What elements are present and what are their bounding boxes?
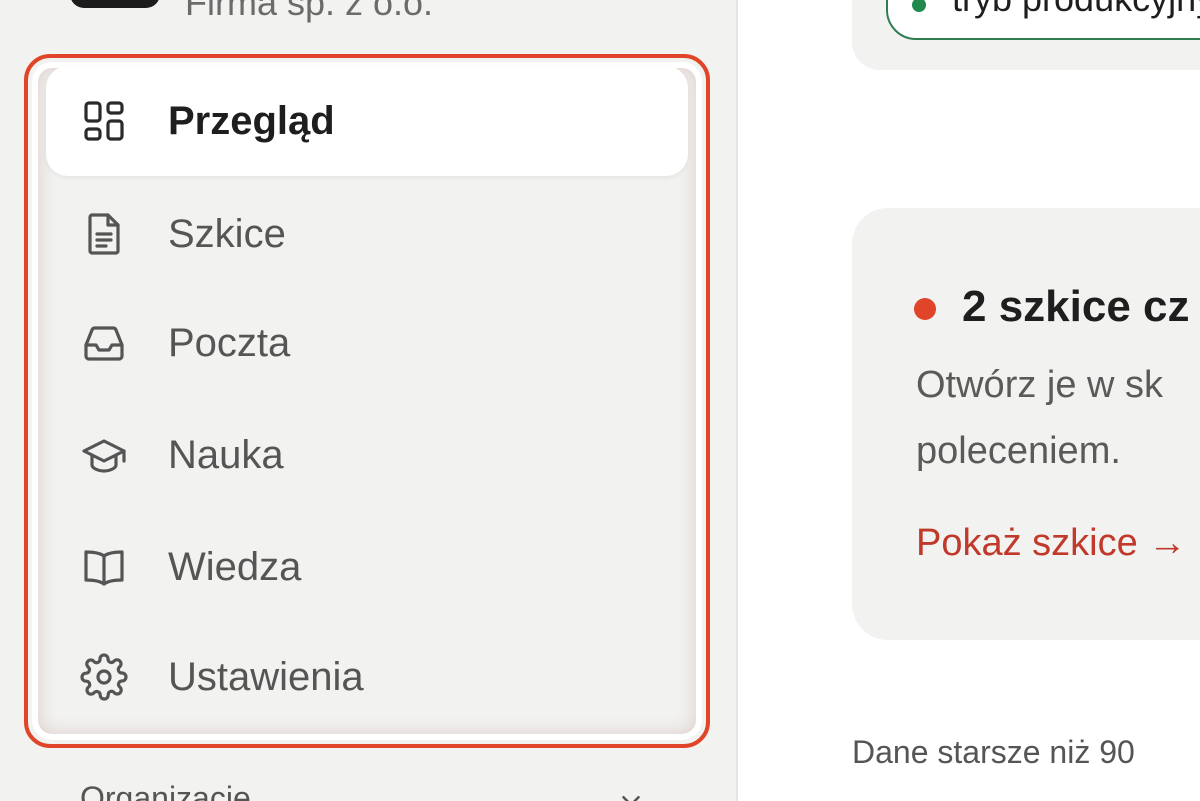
sidebar-item-label: Wiedza [168, 544, 302, 589]
inbox-icon [80, 319, 128, 367]
sidebar-item-label: Przegląd [168, 98, 335, 143]
sidebar-item-wiedza[interactable]: Wiedza [46, 512, 688, 622]
sidebar-item-nauka[interactable]: Nauka [46, 400, 688, 510]
sidebar-item-label: Nauka [168, 432, 284, 477]
drafts-card-description-cont: poleceniem. [916, 430, 1121, 472]
sidebar: Firma sp. z o.o. Przegląd Szkice Poczta … [0, 0, 738, 801]
main-content: tryb produkcyjny 2 szkice cz Otwórz je w… [738, 0, 1200, 801]
drafts-card-description: Otwórz je w sk [916, 364, 1164, 406]
sidebar-item-label: Szkice [168, 211, 286, 256]
sidebar-item-szkice[interactable]: Szkice [46, 179, 688, 289]
app-window: Firma sp. z o.o. Przegląd Szkice Poczta … [0, 0, 1200, 801]
organizations-section-label[interactable]: Organizacje [80, 780, 251, 801]
sidebar-item-ustawienia[interactable]: Ustawienia [46, 622, 688, 732]
company-name: Firma sp. z o.o. [185, 0, 434, 23]
chevron-down-icon[interactable] [616, 786, 646, 801]
drafts-card-title: 2 szkice cz [962, 282, 1190, 331]
drafts-card [852, 208, 1200, 640]
show-drafts-link[interactable]: Pokaż szkice → [916, 522, 1186, 565]
sidebar-item-label: Ustawienia [168, 654, 364, 699]
alert-dot [914, 298, 936, 320]
document-icon [80, 210, 128, 258]
gear-icon [80, 653, 128, 701]
data-retention-note: Dane starsze niż 90 [852, 734, 1135, 770]
company-logo[interactable] [70, 0, 160, 8]
sidebar-item-poczta[interactable]: Poczta [46, 288, 688, 398]
sidebar-item-przeglad[interactable]: Przegląd [46, 66, 688, 176]
sidebar-item-label: Poczta [168, 320, 291, 365]
graduation-cap-icon [80, 431, 128, 479]
book-icon [80, 543, 128, 591]
dashboard-icon [80, 97, 128, 145]
mode-badge-label: tryb produkcyjny [952, 0, 1200, 20]
